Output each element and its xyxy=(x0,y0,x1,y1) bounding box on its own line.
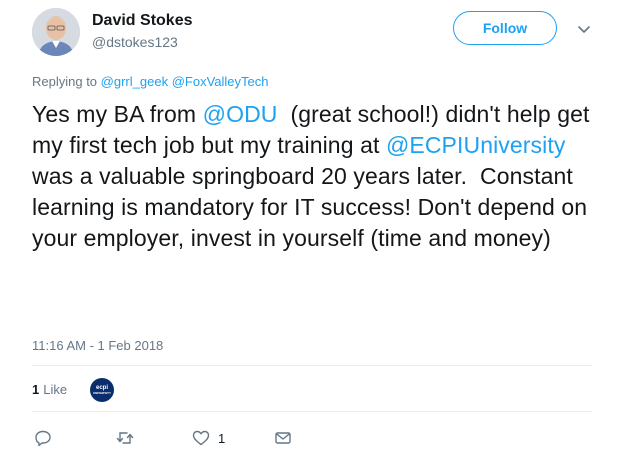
tweet-timestamp[interactable]: 11:16 AM - 1 Feb 2018 xyxy=(32,338,163,353)
likes-label: Like xyxy=(43,382,68,397)
reply-mention-foxvalleytech[interactable]: @FoxValleyTech xyxy=(172,74,269,89)
follow-button[interactable]: Follow xyxy=(453,11,557,45)
tweet-actions: 1 xyxy=(32,428,592,448)
heart-icon xyxy=(192,430,210,446)
chevron-down-icon xyxy=(578,26,590,33)
tweet-text: Yes my BA from @ODU (great school!) didn… xyxy=(32,99,612,254)
tweet-text-segment: Yes my BA from xyxy=(32,101,203,127)
retweet-icon xyxy=(116,432,134,444)
author-avatar-image xyxy=(32,8,80,56)
envelope-icon xyxy=(275,432,291,444)
likes-count: 1 xyxy=(32,382,40,397)
liker-avatar[interactable]: ecpi UNIVERSITY xyxy=(90,378,114,402)
direct-message-button[interactable] xyxy=(274,428,300,448)
reply-button[interactable] xyxy=(34,428,60,448)
like-button[interactable]: 1 xyxy=(192,428,225,448)
author-handle[interactable]: @dstokes123 xyxy=(92,34,178,50)
more-options-button[interactable] xyxy=(577,22,591,36)
divider xyxy=(32,365,592,366)
replying-to-line: Replying to @grrl_geek @FoxValleyTech xyxy=(32,74,268,89)
author-name[interactable]: David Stokes xyxy=(92,12,192,30)
retweet-button[interactable] xyxy=(116,428,142,448)
replying-to-label: Replying to xyxy=(32,74,98,89)
liker-avatar-subtext: UNIVERSITY xyxy=(92,391,111,395)
mention-ecpiuniversity[interactable]: @ECPIUniversity xyxy=(386,132,566,158)
reply-icon xyxy=(35,430,51,447)
mention-odu[interactable]: @ODU xyxy=(203,101,278,127)
author-avatar[interactable] xyxy=(32,8,80,56)
reply-mention-grrl-geek[interactable]: @grrl_geek xyxy=(101,74,168,89)
like-count: 1 xyxy=(218,430,226,446)
likes-summary[interactable]: 1 Like xyxy=(32,382,67,397)
divider xyxy=(32,411,592,412)
